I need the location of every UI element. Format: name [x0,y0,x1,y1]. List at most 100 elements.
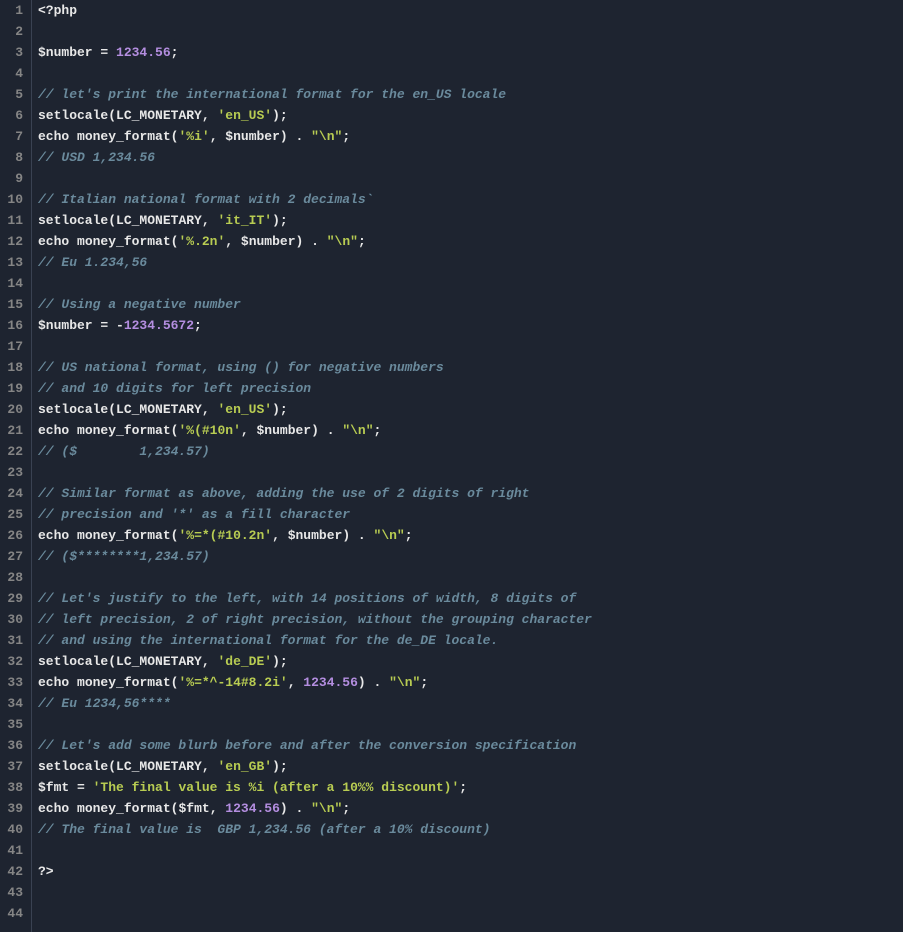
token-default [69,528,77,543]
code-editor[interactable]: 1234567891011121314151617181920212223242… [0,0,903,932]
token-punct: , [272,528,288,543]
code-line[interactable]: $number = 1234.56; [38,42,903,63]
code-line[interactable]: // US national format, using () for nega… [38,357,903,378]
token-punct: , [202,213,218,228]
code-line[interactable] [38,567,903,588]
line-number: 24 [6,483,23,504]
code-line[interactable]: // USD 1,234.56 [38,147,903,168]
token-comment: // let's print the international format … [38,87,506,102]
code-line[interactable]: // and using the international format fo… [38,630,903,651]
code-line[interactable] [38,840,903,861]
code-line[interactable]: // Eu 1234,56**** [38,693,903,714]
code-line[interactable]: echo money_format('%=*^-14#8.2i', 1234.5… [38,672,903,693]
code-line[interactable] [38,168,903,189]
token-punct: , [210,129,226,144]
token-func: money_format [77,234,171,249]
code-line[interactable]: // let's print the international format … [38,84,903,105]
code-area[interactable]: <?php $number = 1234.56; // let's print … [32,0,903,932]
code-line[interactable]: // ($********1,234.57) [38,546,903,567]
code-line[interactable]: setlocale(LC_MONETARY, 'en_GB'); [38,756,903,777]
code-line[interactable]: echo money_format('%=*(#10.2n', $number)… [38,525,903,546]
code-line[interactable]: // Using a negative number [38,294,903,315]
token-punct: , [202,654,218,669]
line-number: 25 [6,504,23,525]
token-default [69,129,77,144]
token-func: setlocale [38,213,108,228]
line-number: 41 [6,840,23,861]
token-operator: = [93,45,116,60]
code-line[interactable]: $number = -1234.5672; [38,315,903,336]
code-line[interactable]: // Let's add some blurb before and after… [38,735,903,756]
token-const: LC_MONETARY [116,654,202,669]
code-line[interactable]: <?php [38,0,903,21]
token-string: "\n" [311,801,342,816]
token-string: '%=*^-14#8.2i' [178,675,287,690]
token-punct: , [288,675,304,690]
code-line[interactable] [38,714,903,735]
line-number: 29 [6,588,23,609]
token-string: '%.2n' [178,234,225,249]
code-line[interactable]: ?> [38,861,903,882]
code-line[interactable]: // Similar format as above, adding the u… [38,483,903,504]
token-operator: = [69,780,92,795]
token-string: 'de_DE' [217,654,272,669]
token-const: LC_MONETARY [116,108,202,123]
token-comment: // US national format, using () for nega… [38,360,444,375]
code-line[interactable]: setlocale(LC_MONETARY, 'en_US'); [38,105,903,126]
token-default [69,234,77,249]
code-line[interactable]: // Italian national format with 2 decima… [38,189,903,210]
code-line[interactable]: setlocale(LC_MONETARY, 'it_IT'); [38,210,903,231]
code-line[interactable]: // ($ 1,234.57) [38,441,903,462]
token-var: $number [288,528,343,543]
code-line[interactable] [38,21,903,42]
token-func: money_format [77,528,171,543]
code-line[interactable]: // precision and '*' as a fill character [38,504,903,525]
code-line[interactable]: echo money_format($fmt, 1234.56) . "\n"; [38,798,903,819]
token-comment: // Eu 1234,56**** [38,696,171,711]
code-line[interactable]: echo money_format('%(#10n', $number) . "… [38,420,903,441]
token-string: "\n" [389,675,420,690]
token-var: $number [241,234,296,249]
code-line[interactable]: $fmt = 'The final value is %i (after a 1… [38,777,903,798]
line-number: 6 [6,105,23,126]
line-number: 18 [6,357,23,378]
code-line[interactable] [38,273,903,294]
token-const: LC_MONETARY [116,759,202,774]
code-line[interactable] [38,63,903,84]
token-punct: ); [272,654,288,669]
token-punct: ) . [311,423,342,438]
code-line[interactable]: echo money_format('%.2n', $number) . "\n… [38,231,903,252]
token-keyword: echo [38,234,69,249]
code-line[interactable]: // and 10 digits for left precision [38,378,903,399]
line-number: 15 [6,294,23,315]
token-number: 1234.56 [303,675,358,690]
line-number: 27 [6,546,23,567]
token-comment: // ($********1,234.57) [38,549,210,564]
token-comment: // Similar format as above, adding the u… [38,486,529,501]
token-var: $number [38,318,93,333]
line-number: 11 [6,210,23,231]
code-line[interactable] [38,462,903,483]
code-line[interactable]: setlocale(LC_MONETARY, 'de_DE'); [38,651,903,672]
line-number: 37 [6,756,23,777]
token-punct: , [202,108,218,123]
token-phptag: <?php [38,3,77,18]
code-line[interactable] [38,336,903,357]
code-line[interactable]: echo money_format('%i', $number) . "\n"; [38,126,903,147]
token-func: money_format [77,129,171,144]
code-line[interactable]: // The final value is GBP 1,234.56 (afte… [38,819,903,840]
token-string: "\n" [374,528,405,543]
code-line[interactable]: // Let's justify to the left, with 14 po… [38,588,903,609]
code-line[interactable]: setlocale(LC_MONETARY, 'en_US'); [38,399,903,420]
line-number: 14 [6,273,23,294]
line-number: 13 [6,252,23,273]
token-comment: // precision and '*' as a fill character [38,507,350,522]
token-punct: ( [108,654,116,669]
code-line[interactable] [38,903,903,924]
token-punct: ) . [280,129,311,144]
code-line[interactable] [38,882,903,903]
line-number: 7 [6,126,23,147]
code-line[interactable]: // left precision, 2 of right precision,… [38,609,903,630]
token-string: 'it_IT' [217,213,272,228]
code-line[interactable]: // Eu 1.234,56 [38,252,903,273]
